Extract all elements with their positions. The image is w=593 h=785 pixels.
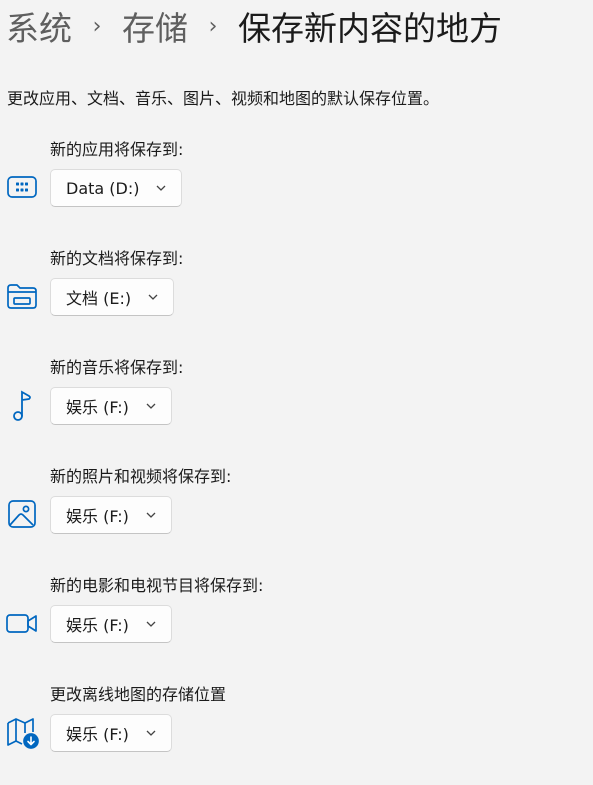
chevron-down-icon [148, 294, 158, 300]
video-camera-icon [5, 606, 39, 640]
dropdown-value: 文档 (E:) [66, 289, 132, 308]
setting-label: 新的照片和视频将保存到: [50, 467, 232, 486]
dropdown-value: 娱乐 (F:) [66, 507, 129, 526]
chevron-down-icon [146, 512, 156, 518]
dropdown-value: 娱乐 (F:) [66, 398, 129, 417]
setting-music-location: 新的音乐将保存到: 娱乐 (F:) [0, 358, 593, 458]
movies-location-dropdown[interactable]: 娱乐 (F:) [50, 605, 172, 643]
photos-location-dropdown[interactable]: 娱乐 (F:) [50, 496, 172, 534]
chevron-down-icon [146, 730, 156, 736]
setting-offline-maps-location: 更改离线地图的存储位置 娱乐 (F:) [0, 685, 593, 785]
breadcrumb-separator: › [92, 13, 102, 39]
setting-apps-location: 新的应用将保存到: Data (D:) [0, 140, 593, 240]
apps-icon [5, 170, 39, 204]
apps-location-dropdown[interactable]: Data (D:) [50, 169, 183, 207]
setting-photos-location: 新的照片和视频将保存到: 娱乐 (F:) [0, 467, 593, 567]
setting-label: 新的电影和电视节目将保存到: [50, 576, 264, 595]
breadcrumb-storage-link[interactable]: 存储 [122, 2, 188, 50]
photo-icon [5, 497, 39, 531]
chevron-down-icon [157, 185, 166, 191]
offline-map-icon [5, 715, 39, 749]
setting-label: 新的应用将保存到: [50, 140, 184, 159]
dropdown-value: 娱乐 (F:) [66, 725, 129, 744]
setting-documents-location: 新的文档将保存到: 文档 (E:) [0, 249, 593, 349]
breadcrumb-system-link[interactable]: 系统 [6, 2, 72, 50]
chevron-down-icon [146, 621, 156, 627]
documents-location-dropdown[interactable]: 文档 (E:) [50, 278, 175, 316]
offline-maps-location-dropdown[interactable]: 娱乐 (F:) [50, 714, 172, 752]
setting-label: 新的音乐将保存到: [50, 358, 184, 377]
music-location-dropdown[interactable]: 娱乐 (F:) [50, 387, 172, 425]
chevron-down-icon [146, 403, 156, 409]
folder-icon [5, 279, 39, 313]
page-title: 保存新内容的地方 [238, 9, 502, 48]
setting-label: 更改离线地图的存储位置 [50, 685, 227, 704]
dropdown-value: Data (D:) [66, 178, 140, 198]
setting-label: 新的文档将保存到: [50, 249, 184, 268]
breadcrumb: 系统 › 存储 › 保存新内容的地方 [6, 4, 502, 48]
breadcrumb-separator: › [208, 13, 218, 39]
setting-movies-location: 新的电影和电视节目将保存到: 娱乐 (F:) [0, 576, 593, 676]
dropdown-value: 娱乐 (F:) [66, 616, 129, 635]
music-note-icon [5, 388, 39, 422]
page-description: 更改应用、文档、音乐、图片、视频和地图的默认保存位置。 [7, 89, 440, 108]
